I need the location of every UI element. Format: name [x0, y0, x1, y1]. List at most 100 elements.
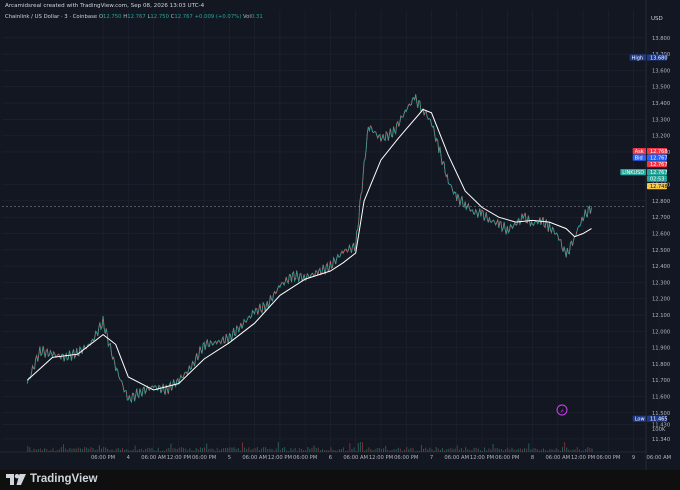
volume-bar	[35, 449, 37, 452]
volume-bar	[389, 450, 391, 452]
volume-label: Vol	[242, 14, 251, 20]
volume-bar	[532, 448, 534, 452]
replay-icon[interactable]	[556, 404, 568, 416]
volume-bar	[507, 447, 509, 452]
price-marker-value: 02:53	[650, 176, 664, 182]
volume-bar	[155, 450, 157, 452]
price-tick-label: 13.600	[652, 68, 670, 74]
volume-bar	[330, 447, 332, 452]
volume-bar	[444, 450, 446, 452]
volume-bar	[172, 448, 174, 452]
volume-bar	[204, 447, 206, 452]
volume-bar	[199, 447, 201, 452]
volume-bar	[180, 447, 182, 452]
volume-bar	[282, 447, 283, 452]
volume-bar	[60, 447, 62, 452]
volume-bar	[380, 448, 382, 452]
volume-bar	[473, 447, 475, 452]
volume-bar	[353, 447, 355, 452]
time-tick-label: 06:00 PM	[596, 455, 620, 461]
volume-bar	[420, 444, 422, 452]
volume-bar	[513, 449, 515, 452]
volume-bar	[303, 450, 305, 452]
price-tick-label: 12.600	[652, 231, 670, 237]
volume-bar	[555, 448, 557, 452]
volume-bar	[254, 448, 256, 452]
volume-bar	[263, 447, 265, 452]
volume-bar	[82, 448, 83, 452]
volume-bar	[233, 447, 235, 452]
currency-label[interactable]: USD	[651, 16, 663, 22]
volume-bar	[576, 447, 578, 452]
price-axis[interactable]: 13.80013.70013.60013.50013.40013.30013.2…	[652, 36, 670, 443]
volume-bar	[479, 450, 481, 452]
volume-bar	[124, 449, 126, 452]
volume-bar	[31, 450, 33, 452]
chart-panel[interactable]: 13.80013.70013.60013.50013.40013.30013.2…	[0, 0, 680, 470]
volume-bar	[589, 448, 591, 452]
volume-bar	[292, 449, 294, 452]
volume-bar	[286, 450, 288, 452]
volume-bar	[48, 450, 50, 452]
price-marker-label: Low	[635, 416, 645, 422]
time-axis[interactable]: 06:00 PM 4 06:00 AM 12:00 PM 06:00 PM 5 06:00 …	[91, 455, 671, 461]
symbol-name[interactable]: Chainlink / US Dollar · 3 · Coinbase	[5, 14, 97, 20]
volume-bar	[147, 447, 149, 452]
volume-bar	[311, 447, 313, 452]
volume-bar	[294, 447, 296, 452]
volume-bar	[140, 448, 142, 452]
volume-bar	[273, 450, 275, 452]
volume-bar	[433, 450, 435, 452]
volume-bar	[505, 449, 507, 452]
volume-bar	[395, 449, 397, 452]
time-tick-label: 12:00 PM	[369, 455, 393, 461]
volume-bar	[149, 448, 151, 452]
high-value: 12.767	[127, 14, 146, 20]
volume-bar	[425, 447, 427, 452]
volume-bar	[117, 447, 119, 452]
volume-bar	[107, 448, 109, 452]
volume-bar	[170, 443, 172, 452]
volume-bar	[153, 450, 155, 452]
volume-bar	[305, 450, 307, 452]
volume-bar	[69, 447, 71, 452]
volume-bar	[562, 447, 563, 452]
volume-bar	[393, 448, 395, 452]
volume-bar	[242, 442, 243, 452]
volume-bar	[448, 448, 450, 452]
volume-bar	[166, 448, 168, 452]
volume-bar	[77, 447, 79, 452]
volume-bar	[315, 447, 317, 452]
volume-bar	[206, 443, 208, 452]
volume-bar	[159, 450, 161, 452]
volume-bar	[583, 450, 585, 452]
volume-bar	[202, 448, 203, 452]
volume-bar	[115, 448, 117, 452]
volume-bar	[383, 448, 385, 452]
volume-bar	[557, 449, 559, 452]
price-tick-label: 13.200	[652, 134, 670, 140]
volume-bar	[277, 442, 279, 452]
volume-bar	[52, 447, 54, 452]
volume-bar	[235, 448, 237, 452]
volume-bar	[364, 450, 366, 452]
time-tick-label: 7	[430, 455, 433, 461]
volume-bar	[218, 450, 220, 452]
volume-bar	[460, 448, 462, 452]
volume-bar	[442, 447, 443, 452]
volume-bar	[580, 450, 582, 452]
volume-bar	[307, 447, 309, 452]
tradingview-logo[interactable]: TradingView	[6, 473, 98, 485]
volume-bar	[96, 449, 98, 452]
volume-bar	[210, 448, 212, 452]
volume-bar	[39, 448, 41, 452]
volume-bar	[265, 447, 267, 452]
volume-bar	[178, 447, 180, 452]
price-tick-label: 12.800	[652, 199, 670, 205]
volume-bar	[197, 449, 199, 452]
symbol-legend[interactable]: Chainlink / US Dollar · 3 · Coinbase O12…	[5, 14, 263, 20]
volume-bar	[212, 448, 214, 452]
price-chart[interactable]: 13.80013.70013.60013.50013.40013.30013.2…	[0, 0, 680, 470]
volume-bar	[176, 449, 178, 452]
time-tick-label: 12:00 PM	[571, 455, 595, 461]
